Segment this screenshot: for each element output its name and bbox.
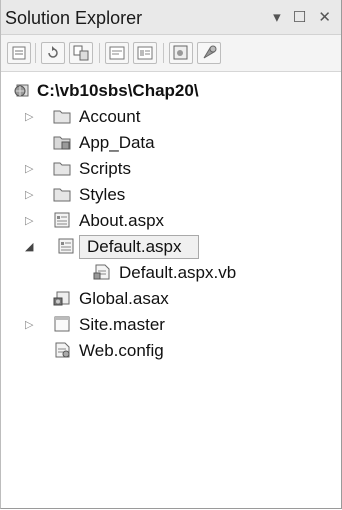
master-page-icon (53, 316, 71, 332)
refresh-icon[interactable] (41, 42, 65, 64)
expand-arrow-icon[interactable]: ▷ (25, 214, 35, 227)
toolbar (1, 35, 341, 72)
expand-arrow-icon[interactable]: ▷ (25, 318, 35, 331)
title-bar: Solution Explorer ▾ ☐ ✕ (1, 0, 341, 35)
tree-item[interactable]: App_Data (1, 130, 341, 156)
folder-icon (53, 160, 71, 176)
toolbar-separator (163, 43, 164, 63)
tree-item-label: Default.aspx (87, 237, 182, 256)
tree-item[interactable]: ▷ Scripts (1, 156, 341, 182)
tree-item[interactable]: ▷ Site.master (1, 312, 341, 338)
panel-title: Solution Explorer (5, 8, 143, 28)
tree-item-selected[interactable]: ◢ Default.aspx (1, 234, 341, 260)
toolbar-separator (99, 43, 100, 63)
expand-arrow-icon[interactable]: ▷ (25, 188, 35, 201)
expand-arrow-icon[interactable]: ▷ (25, 162, 35, 175)
tree-item-label: Global.asax (79, 289, 169, 308)
tree-item[interactable]: Web.config (1, 338, 341, 364)
nest-files-icon[interactable] (69, 42, 93, 64)
solution-explorer-panel: Solution Explorer ▾ ☐ ✕ C:\vb10sbs\Chap2… (0, 0, 342, 509)
folder-icon (53, 108, 71, 124)
config-file-icon (53, 342, 71, 358)
tree-item-label: Scripts (79, 159, 131, 178)
vb-code-file-icon (93, 264, 111, 280)
collapse-arrow-icon[interactable]: ◢ (25, 240, 35, 253)
tree-item[interactable]: Global.asax (1, 286, 341, 312)
folder-icon (53, 186, 71, 202)
tree-root-project[interactable]: C:\vb10sbs\Chap20\ (1, 78, 341, 104)
tree-item[interactable]: Default.aspx.vb (1, 260, 341, 286)
tree-item[interactable]: ▷ Styles (1, 182, 341, 208)
tree-item-label: Site.master (79, 315, 165, 334)
tree-item-label: Web.config (79, 341, 164, 360)
copy-website-icon[interactable] (169, 42, 193, 64)
tree-item[interactable]: ▷ Account (1, 104, 341, 130)
window-controls[interactable]: ▾ ☐ ✕ (273, 8, 335, 26)
website-project-icon (13, 82, 31, 98)
global-asax-icon (53, 290, 71, 306)
tree-item-label: App_Data (79, 133, 155, 152)
aspnet-config-icon[interactable] (197, 42, 221, 64)
view-code-icon[interactable] (105, 42, 129, 64)
toolbar-separator (35, 43, 36, 63)
expand-arrow-icon[interactable]: ▷ (25, 110, 35, 123)
properties-icon[interactable] (7, 42, 31, 64)
view-designer-icon[interactable] (133, 42, 157, 64)
tree-item[interactable]: ▷ About.aspx (1, 208, 341, 234)
tree-item-label: Styles (79, 185, 126, 204)
tree-item-label: About.aspx (79, 211, 165, 230)
app-data-folder-icon (53, 134, 71, 150)
project-path: C:\vb10sbs\Chap20\ (37, 81, 199, 100)
aspx-page-icon (53, 212, 71, 228)
tree-item-label: Default.aspx.vb (119, 263, 237, 282)
tree-item-label: Account (79, 107, 141, 126)
aspx-page-icon (57, 238, 75, 254)
